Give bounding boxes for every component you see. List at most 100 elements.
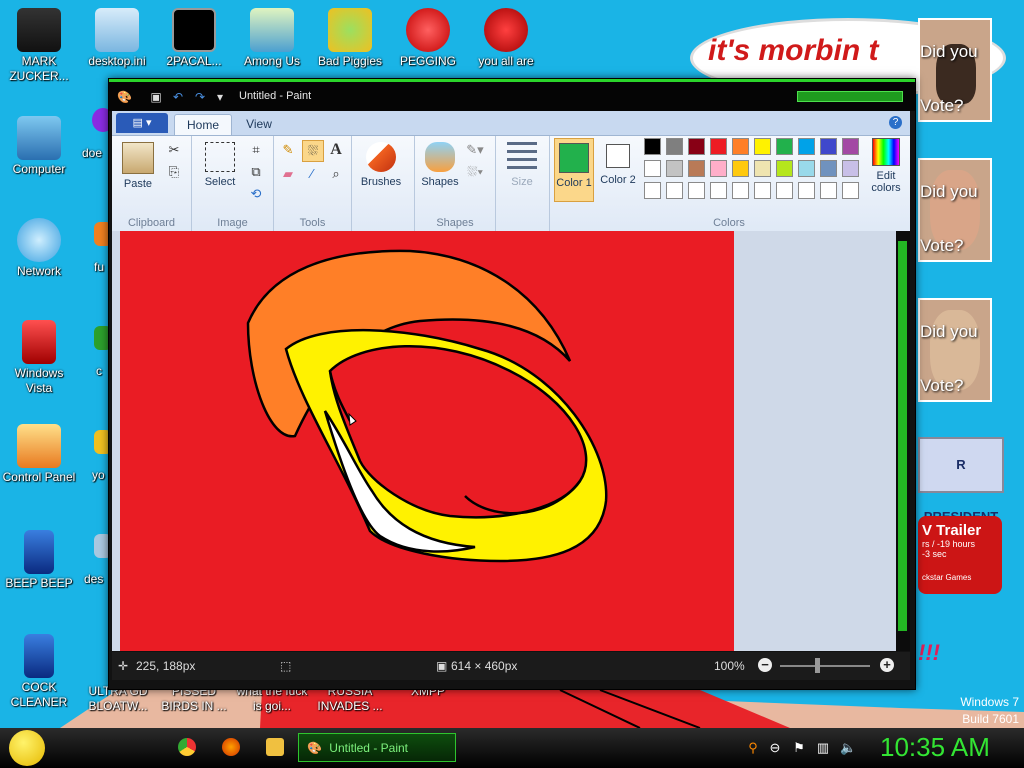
eraser-icon[interactable]: ▰: [278, 164, 298, 184]
palette-swatch[interactable]: [710, 138, 727, 155]
tab-view[interactable]: View: [236, 114, 282, 135]
color1-button[interactable]: Color 1: [554, 138, 594, 202]
palette-swatch[interactable]: [798, 138, 815, 155]
palette-swatch[interactable]: [688, 138, 705, 155]
start-button[interactable]: [9, 730, 45, 766]
magnifier-icon[interactable]: ⌕: [326, 164, 346, 184]
zoom-slider[interactable]: [780, 665, 870, 667]
palette-swatch[interactable]: [776, 182, 793, 199]
firefox-icon[interactable]: [222, 738, 240, 756]
palette-swatch[interactable]: [644, 160, 661, 177]
desktop-icon-partial[interactable]: yo: [78, 430, 112, 483]
palette-swatch[interactable]: [798, 182, 815, 199]
shapes-button[interactable]: Shapes: [417, 142, 463, 188]
brushes-button[interactable]: Brushes: [356, 142, 406, 188]
clock[interactable]: 10:35 AM: [880, 732, 990, 763]
palette-swatch[interactable]: [732, 138, 749, 155]
fill-shape-icon[interactable]: ⛆▾: [465, 162, 485, 182]
cut-icon[interactable]: ✂: [164, 140, 184, 160]
zoom-in-button[interactable]: +: [880, 658, 894, 672]
palette-swatch[interactable]: [842, 138, 859, 155]
desktop-icon-desktop-ini[interactable]: desktop.ini: [79, 8, 155, 69]
palette-swatch[interactable]: [820, 138, 837, 155]
vertical-scrollbar[interactable]: [896, 231, 910, 651]
palette-swatch[interactable]: [820, 182, 837, 199]
search-icon[interactable]: ⚲: [746, 740, 760, 756]
palette-swatch[interactable]: [798, 160, 815, 177]
desktop-icon-partial[interactable]: fu: [78, 222, 112, 275]
palette-swatch[interactable]: [710, 160, 727, 177]
text-icon[interactable]: A: [326, 140, 346, 160]
resize-icon[interactable]: ⧉: [246, 162, 266, 182]
size-button[interactable]: Size: [502, 142, 542, 188]
undo-icon[interactable]: ↶: [171, 90, 185, 104]
desktop-icon-windows-vista[interactable]: Windows Vista: [1, 320, 77, 396]
palette-swatch[interactable]: [666, 160, 683, 177]
desktop-icon-among-us[interactable]: Among Us: [234, 8, 310, 69]
save-icon[interactable]: ▣: [149, 90, 163, 104]
palette-swatch[interactable]: [644, 138, 661, 155]
paste-button[interactable]: Paste: [118, 142, 158, 190]
desktop-icon-computer[interactable]: Computer: [1, 116, 77, 177]
action-center-flag-icon[interactable]: ⚑: [792, 740, 806, 756]
desktop-icon-mark-zucker[interactable]: MARK ZUCKER...: [1, 8, 77, 84]
desktop-icon-you-all-are[interactable]: you all are: [468, 8, 544, 69]
palette-swatch[interactable]: [754, 138, 771, 155]
crop-icon[interactable]: ⌗: [246, 140, 266, 160]
desktop-icon-2pacal[interactable]: 2PACAL...: [156, 8, 232, 69]
desktop-icon-partial[interactable]: des: [78, 534, 112, 587]
fill-icon[interactable]: ⛆: [302, 140, 324, 162]
select-button[interactable]: Select: [196, 142, 244, 188]
palette-swatch[interactable]: [688, 182, 705, 199]
folder-icon[interactable]: [266, 738, 284, 756]
palette-swatch[interactable]: [776, 160, 793, 177]
palette-swatch[interactable]: [842, 160, 859, 177]
redo-icon[interactable]: ↷: [193, 90, 207, 104]
palette-swatch[interactable]: [754, 182, 771, 199]
rotate-icon[interactable]: ⟲: [246, 184, 266, 204]
paint-app-icon[interactable]: 🎨: [117, 90, 132, 104]
desktop-icon-beep-beep[interactable]: BEEP BEEP: [1, 530, 77, 591]
volume-icon[interactable]: 🔈: [840, 740, 856, 756]
zoom-slider-thumb[interactable]: [815, 658, 820, 673]
palette-swatch[interactable]: [644, 182, 661, 199]
palette-swatch[interactable]: [732, 182, 749, 199]
desktop-icon-partial[interactable]: doe: [78, 108, 114, 161]
palette-swatch[interactable]: [688, 160, 705, 177]
paint-window[interactable]: 🎨 ▣ ↶ ↷ ▾ Untitled - Paint ▤ ▾ Home View…: [108, 78, 916, 690]
paint-menu-button[interactable]: ▤ ▾: [116, 113, 168, 133]
window-controls[interactable]: [797, 91, 903, 102]
minus-icon[interactable]: ⊖: [768, 740, 782, 756]
zoom-out-button[interactable]: −: [758, 658, 772, 672]
palette-swatch[interactable]: [710, 182, 727, 199]
title-bar[interactable]: 🎨 ▣ ↶ ↷ ▾ Untitled - Paint: [109, 79, 915, 111]
copy-icon[interactable]: ⎘: [164, 162, 184, 182]
outline-icon[interactable]: ✎▾: [465, 140, 485, 160]
desktop-icon-label: Among Us: [243, 54, 301, 68]
palette-swatch[interactable]: [820, 160, 837, 177]
palette-swatch[interactable]: [754, 160, 771, 177]
desktop-icon-partial[interactable]: c: [78, 326, 112, 379]
chrome-icon[interactable]: [178, 738, 196, 756]
scrollbar-thumb[interactable]: [898, 241, 907, 631]
desktop-icon-network[interactable]: Network: [1, 218, 77, 279]
palette-swatch[interactable]: [842, 182, 859, 199]
desktop-icon-cock-cleaner[interactable]: COCK CLEANER: [1, 634, 77, 710]
edit-colors-button[interactable]: Edit colors: [866, 138, 906, 194]
palette-swatch[interactable]: [776, 138, 793, 155]
palette-swatch[interactable]: [666, 138, 683, 155]
customize-quick-access-icon[interactable]: ▾: [213, 90, 227, 104]
drawing-canvas[interactable]: [120, 231, 734, 651]
tab-home[interactable]: Home: [174, 114, 232, 136]
taskbar-paint[interactable]: 🎨 Untitled - Paint: [298, 733, 456, 762]
desktop-icon-bad-piggies[interactable]: Bad Piggies: [312, 8, 388, 69]
desktop-icon-control-panel[interactable]: Control Panel: [1, 424, 77, 485]
color2-button[interactable]: Color 2: [598, 138, 638, 202]
desktop-icon-pegging[interactable]: PEGGING: [390, 8, 466, 69]
network-tray-icon[interactable]: ▥: [816, 740, 830, 756]
help-icon[interactable]: ?: [889, 116, 902, 129]
palette-swatch[interactable]: [666, 182, 683, 199]
palette-swatch[interactable]: [732, 160, 749, 177]
pencil-icon[interactable]: ✎: [278, 140, 298, 160]
color-picker-icon[interactable]: ⁄: [302, 164, 322, 184]
